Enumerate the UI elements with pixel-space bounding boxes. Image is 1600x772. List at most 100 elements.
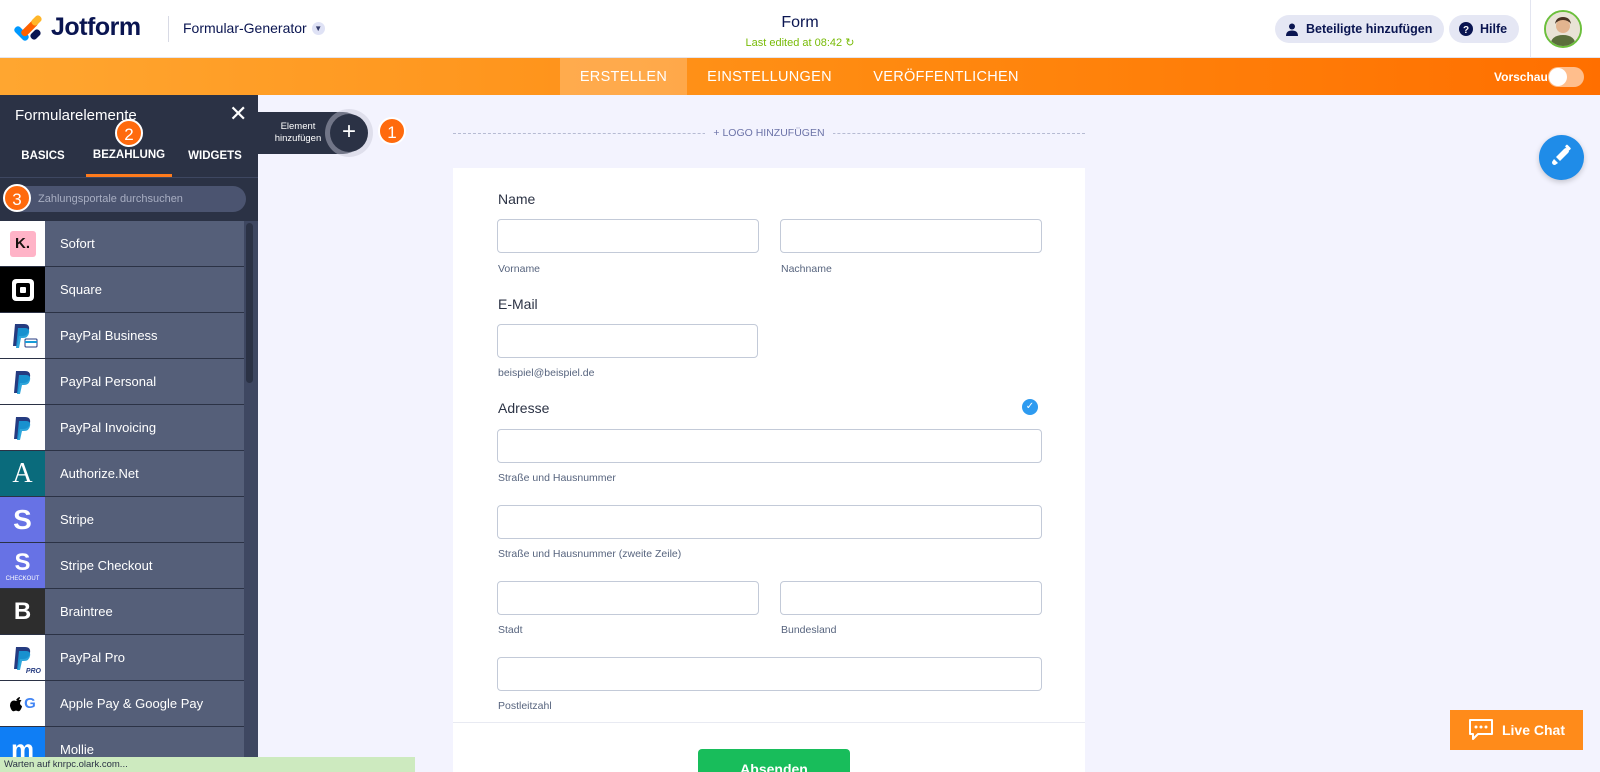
- submit-button[interactable]: Absenden: [698, 749, 850, 772]
- last-edited-text: Last edited at 08:42: [745, 37, 843, 49]
- item-label: PayPal Pro: [60, 650, 126, 665]
- generator-label: Formular-Generator: [183, 20, 307, 36]
- klarna-icon: K.: [0, 221, 45, 266]
- list-item[interactable]: PRO PayPal Pro: [0, 635, 244, 681]
- top-header: Jotform Formular-Generator ▼ Form Last e…: [0, 0, 1600, 58]
- add-element-button[interactable]: Element hinzufügen +: [258, 112, 368, 154]
- list-item[interactable]: K. Sofort: [0, 221, 244, 267]
- add-logo-label: + LOGO HINZUFÜGEN: [705, 127, 833, 139]
- form-designer-button[interactable]: [1539, 135, 1584, 180]
- jotform-logo-icon: [13, 13, 43, 42]
- list-item[interactable]: PayPal Personal: [0, 359, 244, 405]
- sidebar-title: Formularelemente: [15, 107, 137, 124]
- list-item[interactable]: S CHECKOUT Stripe Checkout: [0, 543, 244, 589]
- help-button[interactable]: ? Hilfe: [1449, 15, 1520, 43]
- item-label: Square: [60, 282, 102, 297]
- tab-erstellen[interactable]: ERSTELLEN: [560, 58, 687, 95]
- item-label: Mollie: [60, 742, 94, 757]
- street-sublabel: Straße und Hausnummer: [498, 472, 616, 484]
- zip-sublabel: Postleitzahl: [498, 700, 552, 712]
- item-label: Authorize.Net: [60, 466, 139, 481]
- tab-veroeffentlichen[interactable]: VERÖFFENTLICHEN: [852, 58, 1040, 95]
- list-item[interactable]: PayPal Invoicing: [0, 405, 244, 451]
- main-nav-bar: ERSTELLEN EINSTELLUNGEN VERÖFFENTLICHEN …: [0, 58, 1600, 95]
- add-element-label: Element hinzufügen: [274, 121, 322, 144]
- list-item[interactable]: Square: [0, 267, 244, 313]
- svg-text:?: ?: [1463, 25, 1469, 36]
- street2-input[interactable]: [497, 505, 1042, 539]
- paypal-icon: [0, 405, 45, 450]
- stripe-checkout-icon: S CHECKOUT: [0, 543, 45, 588]
- live-chat-button[interactable]: Live Chat: [1450, 710, 1583, 750]
- apple-google-pay-icon: G: [0, 681, 45, 726]
- list-item[interactable]: PayPal Business: [0, 313, 244, 359]
- list-item[interactable]: G Apple Pay & Google Pay: [0, 681, 244, 727]
- street-input[interactable]: [497, 429, 1042, 463]
- preview-toggle[interactable]: [1548, 67, 1584, 87]
- jotform-logo[interactable]: Jotform: [13, 13, 141, 42]
- square-icon: [0, 267, 45, 312]
- last-edited-status: Last edited at 08:42 ↻: [700, 36, 900, 49]
- paypal-icon: [0, 359, 45, 404]
- first-name-input[interactable]: [497, 219, 759, 253]
- toggle-knob: [1549, 68, 1567, 86]
- last-name-input[interactable]: [780, 219, 1042, 253]
- payment-search-wrap: [0, 177, 258, 221]
- sidebar-scrollbar[interactable]: [246, 223, 253, 383]
- add-logo-label-wrap: + LOGO HINZUFÜGEN: [453, 127, 1085, 139]
- city-input[interactable]: [497, 581, 759, 615]
- field-label-email: E-Mail: [498, 296, 538, 312]
- paypal-business-icon: [0, 313, 45, 358]
- authorize-net-icon: A: [0, 451, 45, 496]
- chat-icon: [1468, 718, 1494, 743]
- step-badge-3: 3: [3, 184, 31, 212]
- paint-roller-icon: [1551, 144, 1573, 171]
- email-input[interactable]: [497, 324, 758, 358]
- help-label: Hilfe: [1480, 22, 1508, 36]
- item-label: Braintree: [60, 604, 113, 619]
- form-title[interactable]: Form: [700, 14, 900, 32]
- last-name-sublabel: Nachname: [781, 263, 832, 275]
- list-item[interactable]: B Braintree: [0, 589, 244, 635]
- step-badge-2: 2: [115, 119, 143, 147]
- tab-einstellungen[interactable]: EINSTELLUNGEN: [687, 58, 852, 95]
- braintree-icon: B: [0, 589, 45, 634]
- refresh-icon: ↻: [845, 37, 855, 49]
- email-sublabel: beispiel@beispiel.de: [498, 367, 595, 379]
- field-label-address: Adresse: [498, 400, 550, 416]
- form-title-block: Form Last edited at 08:42 ↻: [700, 14, 900, 49]
- list-item[interactable]: S Stripe: [0, 497, 244, 543]
- header-separator: [1530, 0, 1531, 58]
- help-icon: ?: [1459, 22, 1473, 36]
- zip-input[interactable]: [497, 657, 1042, 691]
- paypal-pro-icon: PRO: [0, 635, 45, 680]
- stripe-icon: S: [0, 497, 45, 542]
- payment-search-input[interactable]: [10, 186, 246, 212]
- add-logo[interactable]: + LOGO HINZUFÜGEN: [453, 126, 1085, 140]
- invite-button[interactable]: Beteiligte hinzufügen: [1275, 15, 1445, 43]
- avatar[interactable]: [1544, 10, 1582, 48]
- submit-area: Absenden: [453, 723, 1085, 772]
- tab-basics[interactable]: BASICS: [0, 135, 86, 177]
- form-elements-sidebar: Formularelemente ✕ BASICS BEZAHLUNG WIDG…: [0, 95, 258, 772]
- check-icon[interactable]: ✓: [1022, 399, 1038, 415]
- state-sublabel: Bundesland: [781, 624, 837, 636]
- chevron-down-icon: ▼: [311, 21, 325, 35]
- state-input[interactable]: [780, 581, 1042, 615]
- item-label: Apple Pay & Google Pay: [60, 696, 204, 711]
- item-label: Stripe Checkout: [60, 558, 153, 573]
- tab-widgets[interactable]: WIDGETS: [172, 135, 258, 177]
- list-item[interactable]: A Authorize.Net: [0, 451, 244, 497]
- user-icon: [1285, 22, 1299, 36]
- item-label: Stripe: [60, 512, 94, 527]
- preview-label: Vorschau: [1494, 70, 1548, 84]
- payment-list: K. Sofort Square PayPal Business PayPal …: [0, 221, 244, 772]
- city-sublabel: Stadt: [498, 624, 523, 636]
- field-label-name: Name: [498, 191, 536, 207]
- first-name-sublabel: Vorname: [498, 263, 541, 275]
- street2-sublabel: Straße und Hausnummer (zweite Zeile): [498, 548, 682, 560]
- generator-dropdown[interactable]: Formular-Generator ▼: [183, 20, 325, 36]
- header-divider: [168, 16, 169, 42]
- live-chat-label: Live Chat: [1501, 722, 1565, 738]
- close-icon[interactable]: ✕: [229, 103, 247, 125]
